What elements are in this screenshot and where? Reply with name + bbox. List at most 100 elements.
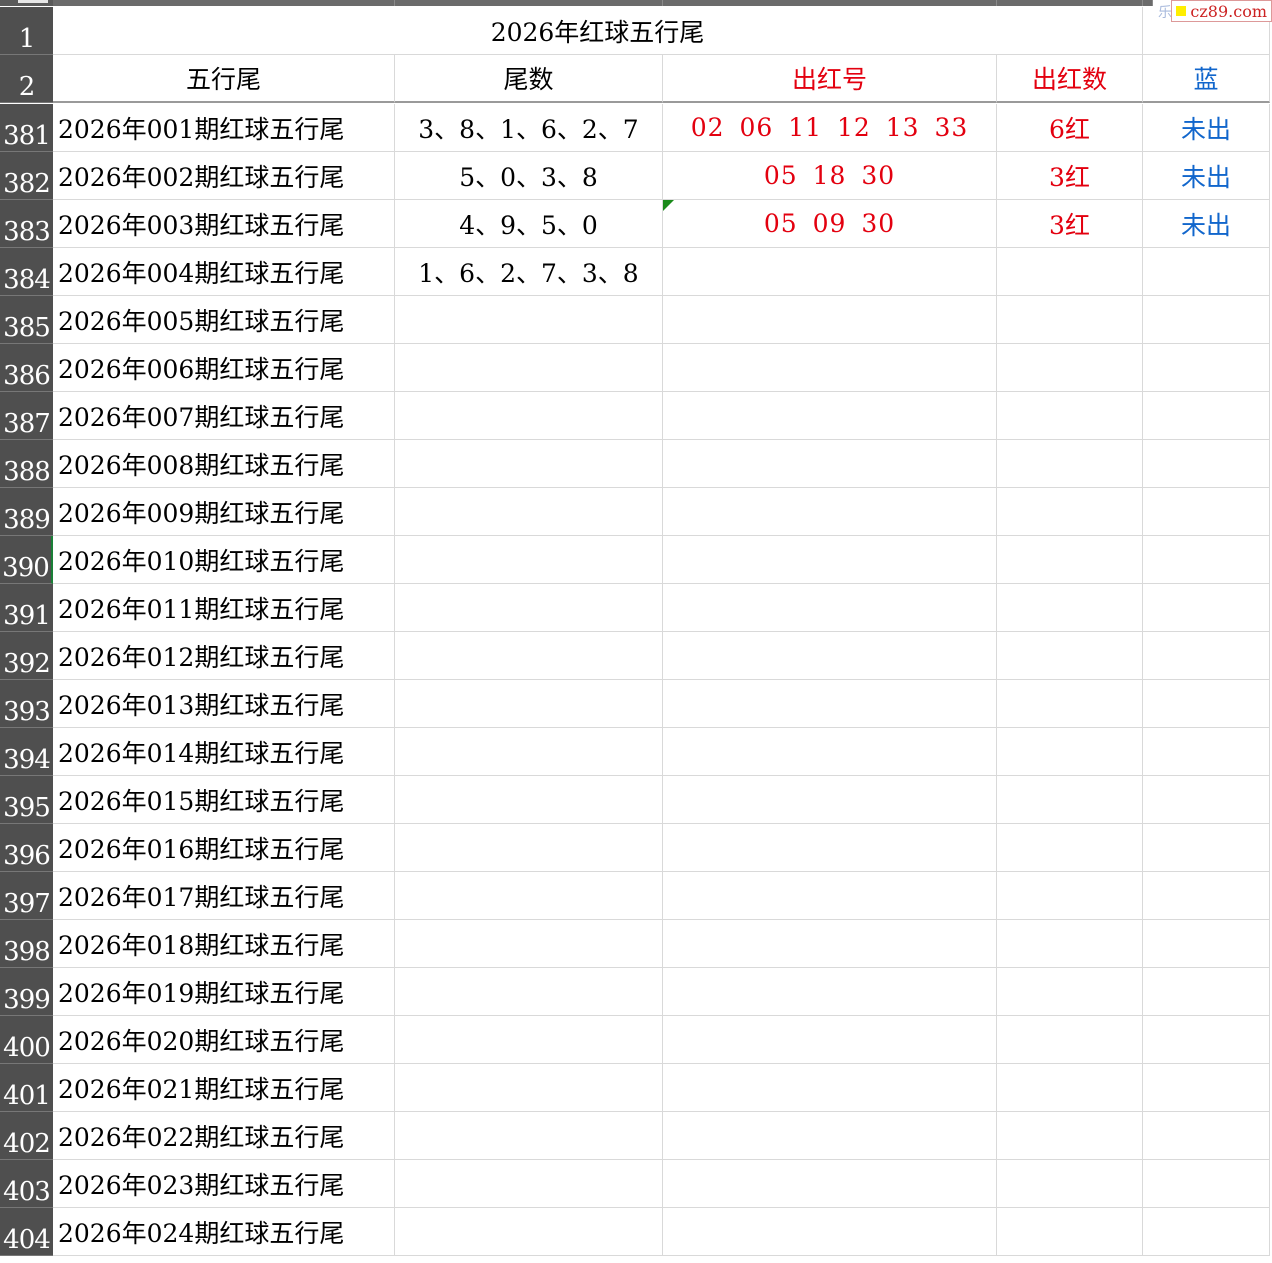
tail-digits-cell[interactable] [395,1064,663,1112]
row-number[interactable]: 399 [0,968,53,1016]
row-number[interactable]: 403 [0,1160,53,1208]
red-numbers-cell[interactable]: 02 06 11 12 13 33 [663,104,997,152]
blue-status-cell[interactable] [1143,1160,1270,1208]
red-numbers-cell[interactable] [663,920,997,968]
row-number[interactable]: 400 [0,1016,53,1064]
column-header-e[interactable] [1143,0,1153,6]
blue-status-cell[interactable] [1143,440,1270,488]
red-numbers-cell[interactable] [663,344,997,392]
red-numbers-cell[interactable] [663,824,997,872]
red-count-cell[interactable] [997,920,1143,968]
period-name-cell[interactable]: 2026年011期红球五行尾 [53,584,395,632]
blue-status-cell[interactable] [1143,824,1270,872]
tail-digits-cell[interactable]: 1、6、2、7、3、8 [395,248,663,296]
tail-digits-cell[interactable] [395,1208,663,1256]
red-count-cell[interactable] [997,536,1143,584]
period-name-cell[interactable]: 2026年002期红球五行尾 [53,152,395,200]
row-number[interactable]: 397 [0,872,53,920]
row-number[interactable]: 402 [0,1112,53,1160]
header-lan[interactable]: 蓝 [1143,55,1270,103]
period-name-cell[interactable]: 2026年022期红球五行尾 [53,1112,395,1160]
red-numbers-cell[interactable] [663,680,997,728]
row-number[interactable]: 391 [0,584,53,632]
red-numbers-cell[interactable] [663,488,997,536]
blue-status-cell[interactable] [1143,536,1270,584]
row-number[interactable]: 389 [0,488,53,536]
row-number[interactable]: 385 [0,296,53,344]
red-numbers-cell[interactable] [663,1112,997,1160]
red-numbers-cell[interactable] [663,1160,997,1208]
red-count-cell[interactable] [997,776,1143,824]
red-count-cell[interactable]: 6红 [997,104,1143,152]
period-name-cell[interactable]: 2026年008期红球五行尾 [53,440,395,488]
red-numbers-cell[interactable] [663,968,997,1016]
red-count-cell[interactable]: 3红 [997,152,1143,200]
period-name-cell[interactable]: 2026年019期红球五行尾 [53,968,395,1016]
period-name-cell[interactable]: 2026年021期红球五行尾 [53,1064,395,1112]
row-number[interactable]: 404 [0,1208,53,1256]
tail-digits-cell[interactable]: 3、8、1、6、2、7 [395,104,663,152]
red-numbers-cell[interactable]: 05 18 30 [663,152,997,200]
blue-status-cell[interactable] [1143,1016,1270,1064]
tail-digits-cell[interactable] [395,968,663,1016]
red-count-cell[interactable] [997,632,1143,680]
red-count-cell[interactable] [997,440,1143,488]
red-count-cell[interactable] [997,1160,1143,1208]
tail-digits-cell[interactable] [395,728,663,776]
tail-digits-cell[interactable] [395,1160,663,1208]
period-name-cell[interactable]: 2026年016期红球五行尾 [53,824,395,872]
blue-status-cell[interactable] [1143,488,1270,536]
blue-status-cell[interactable] [1143,1112,1270,1160]
blue-status-cell[interactable] [1143,632,1270,680]
header-wuxingwei[interactable]: 五行尾 [53,55,395,103]
red-numbers-cell[interactable] [663,1016,997,1064]
row-number[interactable]: 390 [0,536,53,584]
period-name-cell[interactable]: 2026年018期红球五行尾 [53,920,395,968]
tail-digits-cell[interactable] [395,440,663,488]
tail-digits-cell[interactable]: 5、0、3、8 [395,152,663,200]
period-name-cell[interactable]: 2026年017期红球五行尾 [53,872,395,920]
tail-digits-cell[interactable] [395,296,663,344]
select-all-corner[interactable] [0,0,53,6]
blue-status-cell[interactable] [1143,776,1270,824]
red-count-cell[interactable] [997,1112,1143,1160]
period-name-cell[interactable]: 2026年023期红球五行尾 [53,1160,395,1208]
red-count-cell[interactable] [997,1016,1143,1064]
row-number[interactable]: 393 [0,680,53,728]
tail-digits-cell[interactable] [395,680,663,728]
tail-digits-cell[interactable] [395,920,663,968]
red-count-cell[interactable] [997,968,1143,1016]
blue-status-cell[interactable]: 未出 [1143,200,1270,248]
red-numbers-cell[interactable] [663,584,997,632]
spreadsheet[interactable]: 1 2026年红球五行尾 2 五行尾 尾数 出红号 出红数 蓝 381 2026年… [0,0,1272,1263]
tail-digits-cell[interactable] [395,824,663,872]
period-name-cell[interactable]: 2026年014期红球五行尾 [53,728,395,776]
blue-status-cell[interactable] [1143,392,1270,440]
period-name-cell[interactable]: 2026年015期红球五行尾 [53,776,395,824]
comment-indicator-icon[interactable] [663,200,674,211]
blue-status-cell[interactable] [1143,872,1270,920]
red-numbers-cell[interactable] [663,872,997,920]
blue-status-cell[interactable]: 未出 [1143,104,1270,152]
tail-digits-cell[interactable] [395,632,663,680]
red-numbers-cell[interactable] [663,1064,997,1112]
tail-digits-cell[interactable] [395,1112,663,1160]
row-number[interactable]: 386 [0,344,53,392]
red-numbers-cell[interactable] [663,776,997,824]
period-name-cell[interactable]: 2026年024期红球五行尾 [53,1208,395,1256]
header-chuhongshu[interactable]: 出红数 [997,55,1143,103]
row-number[interactable]: 1 [0,7,53,55]
column-header-b[interactable] [395,0,663,6]
row-number[interactable]: 394 [0,728,53,776]
period-name-cell[interactable]: 2026年013期红球五行尾 [53,680,395,728]
red-count-cell[interactable] [997,1208,1143,1256]
row-number[interactable]: 398 [0,920,53,968]
red-count-cell[interactable]: 3红 [997,200,1143,248]
tail-digits-cell[interactable] [395,584,663,632]
tail-digits-cell[interactable] [395,872,663,920]
column-header-a[interactable] [53,0,395,6]
red-numbers-cell[interactable] [663,1208,997,1256]
blue-status-cell[interactable] [1143,344,1270,392]
blue-status-cell[interactable] [1143,248,1270,296]
period-name-cell[interactable]: 2026年001期红球五行尾 [53,104,395,152]
